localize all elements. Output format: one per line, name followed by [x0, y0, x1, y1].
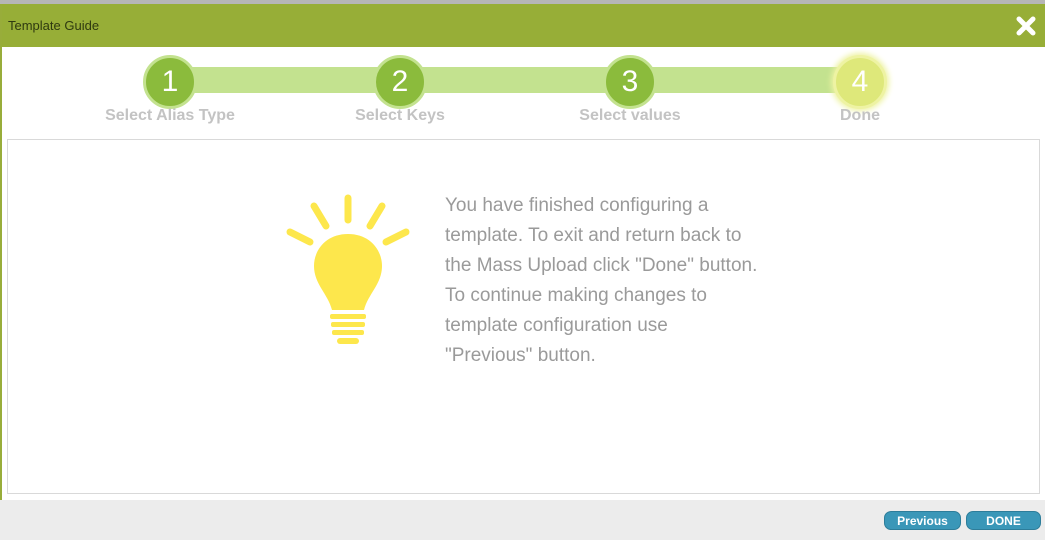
step-4-label: Done — [840, 107, 880, 124]
step-wizard: 1 2 3 4 Select Alias Type Select Keys Se… — [0, 47, 1045, 139]
step-2-circle: 2 — [373, 55, 427, 109]
step-1-label: Select Alias Type — [105, 107, 235, 124]
lightbulb-icon — [278, 190, 418, 350]
progress-track — [170, 67, 860, 93]
close-icon[interactable] — [1013, 13, 1039, 39]
step-1-circle: 1 — [143, 55, 197, 109]
message-line: To continue making changes to — [445, 285, 707, 306]
message-line: the Mass Upload click "Done" button. — [445, 255, 758, 276]
message-line: "Previous" button. — [445, 345, 596, 366]
done-button[interactable]: DONE — [966, 511, 1041, 530]
completion-message: You have finished configuring a template… — [445, 191, 805, 371]
message-line: You have finished configuring a — [445, 195, 709, 216]
dialog-footer: Previous DONE — [0, 500, 1045, 540]
step-3-circle: 3 — [603, 55, 657, 109]
dialog-titlebar: Template Guide — [0, 4, 1045, 47]
message-line: template. To exit and return back to — [445, 225, 742, 246]
step-2-label: Select Keys — [355, 107, 445, 124]
message-line: template configuration use — [445, 315, 668, 336]
step-3-label: Select values — [579, 107, 681, 124]
step-4-circle: 4 — [833, 55, 887, 109]
previous-button[interactable]: Previous — [884, 511, 961, 530]
dialog-title: Template Guide — [8, 18, 100, 33]
content-panel: You have finished configuring a template… — [7, 139, 1040, 494]
